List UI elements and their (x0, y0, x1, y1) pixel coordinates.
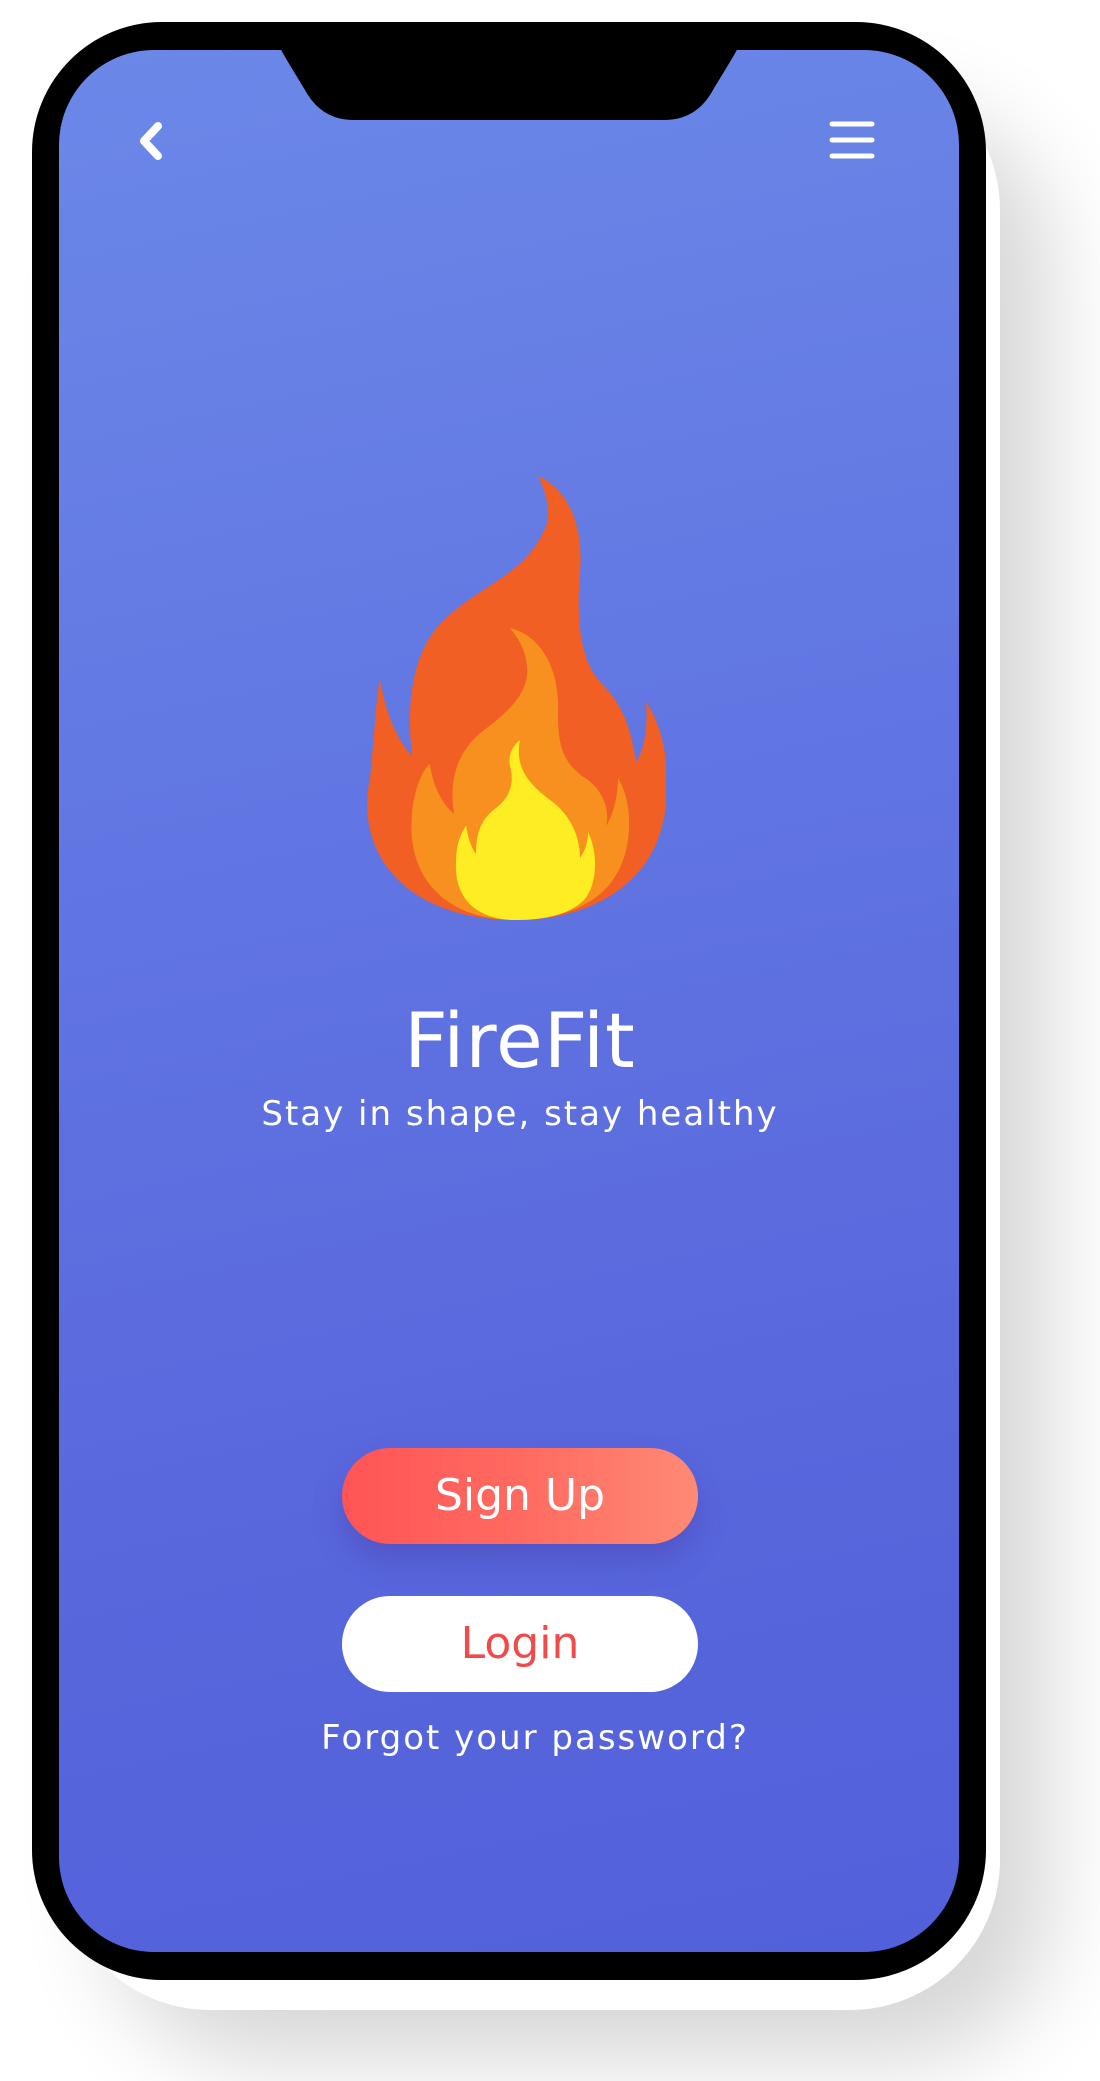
app-tagline: Stay in shape, stay healthy (261, 1094, 779, 1134)
flame-icon (367, 476, 666, 920)
sign-up-button[interactable]: Sign Up (342, 1448, 698, 1544)
hamburger-menu-icon[interactable] (828, 118, 876, 164)
login-button[interactable]: Login (342, 1596, 698, 1692)
forgot-password-link[interactable]: Forgot your password? (0, 1718, 1070, 1758)
chevron-left-icon[interactable] (132, 118, 172, 164)
device-notch (268, 48, 750, 120)
page: FireFit Stay in shape, stay healthy Sign… (0, 0, 1100, 2081)
app-title: FireFit (404, 996, 636, 1085)
